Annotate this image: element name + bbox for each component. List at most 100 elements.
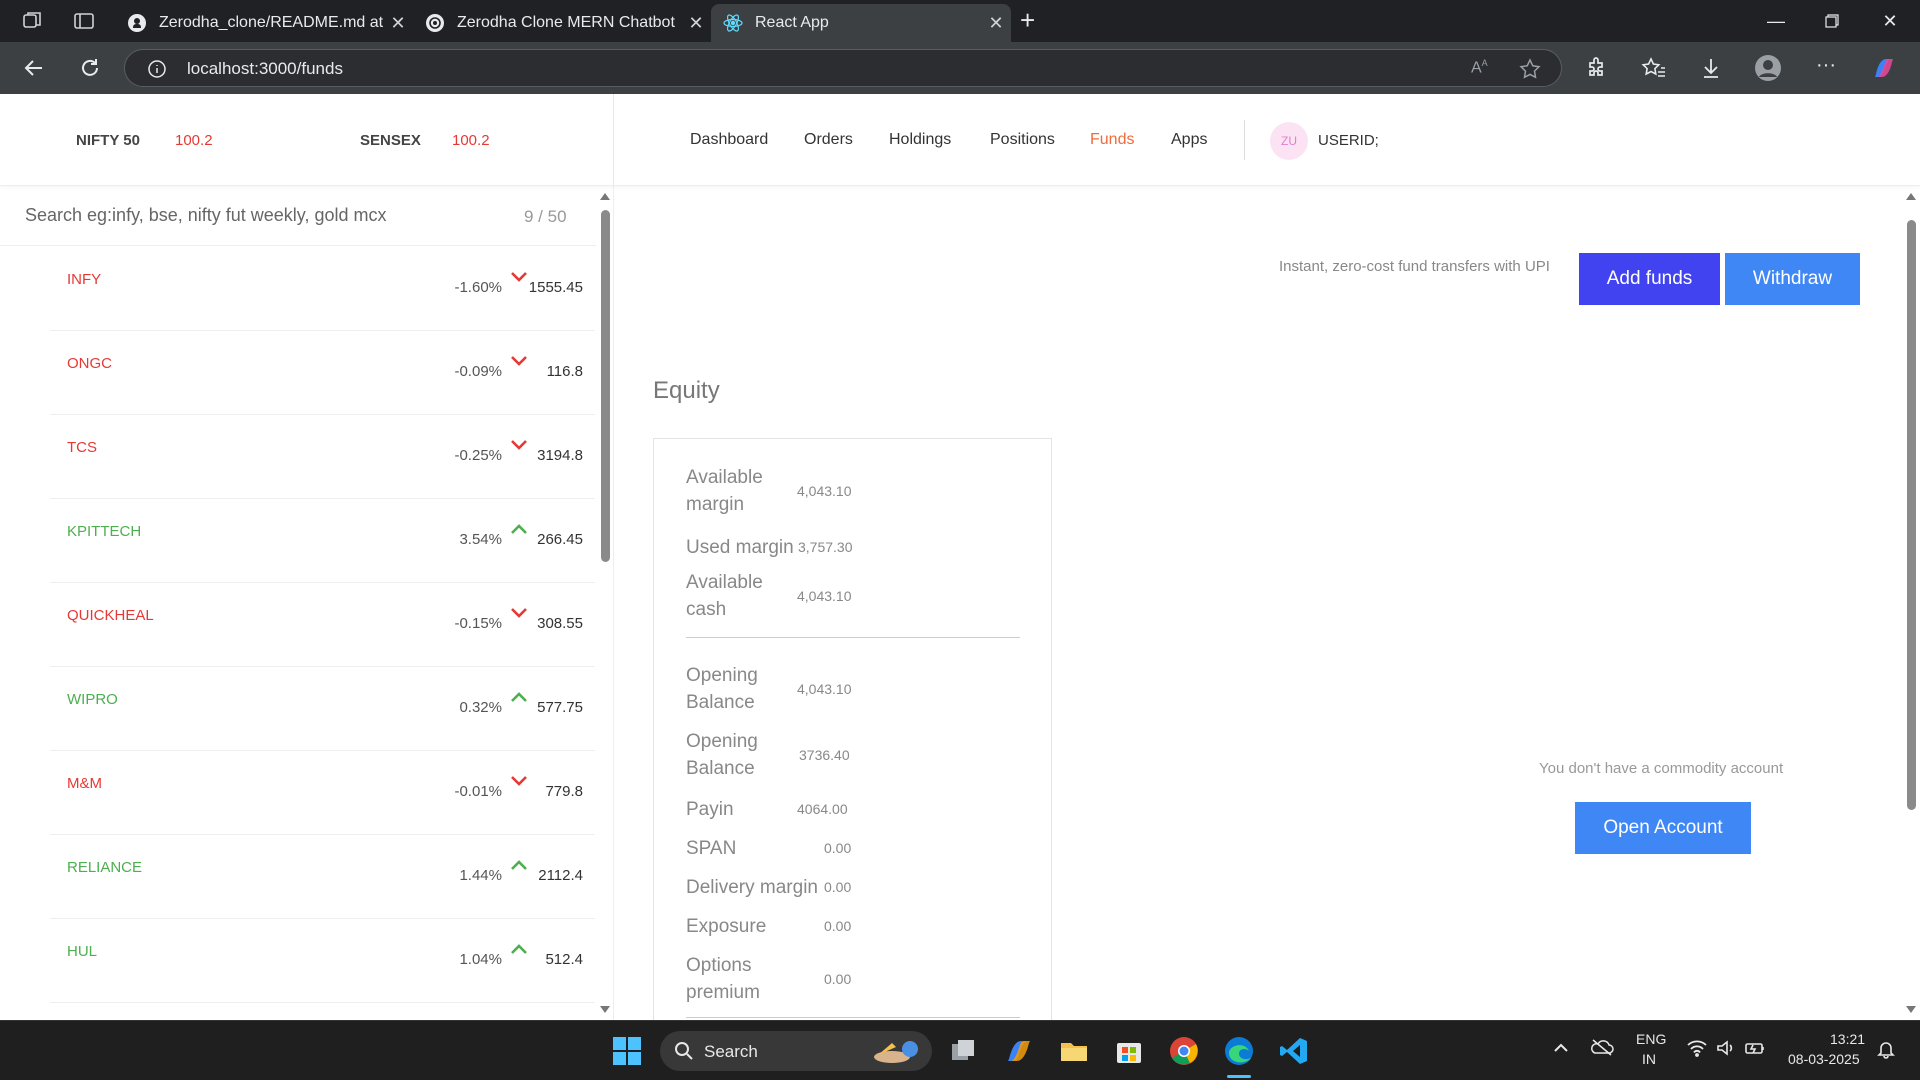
edge-icon[interactable] — [1223, 1035, 1255, 1078]
browser-tab-bar: Zerodha_clone/README.md at m ✕ Zerodha C… — [0, 0, 1920, 42]
tab-github-readme[interactable]: Zerodha_clone/README.md at m ✕ — [115, 4, 413, 42]
stock-name: RELIANCE — [67, 859, 143, 876]
arrow-down-icon — [509, 353, 529, 369]
stock-name: WIPRO — [67, 691, 118, 708]
tab-title: Zerodha_clone/README.md at m — [159, 14, 383, 31]
battery-icon[interactable] — [1744, 1039, 1766, 1057]
copilot-app-icon[interactable] — [1003, 1035, 1035, 1067]
workspaces-icon[interactable] — [20, 9, 44, 33]
tab-actions-icon[interactable] — [72, 9, 96, 33]
stock-name: INFY — [67, 271, 102, 288]
more-options-icon[interactable]: ··· — [1812, 54, 1840, 82]
active-app-indicator — [1227, 1075, 1251, 1078]
menu-orders[interactable]: Orders — [804, 131, 853, 149]
volume-icon[interactable] — [1716, 1039, 1736, 1057]
clock-date[interactable]: 08-03-2025 — [1788, 1051, 1860, 1067]
notifications-icon[interactable] — [1876, 1039, 1896, 1059]
funds-panel: Instant, zero-cost fund transfers with U… — [614, 186, 1920, 1020]
equity-label: Options premium — [686, 955, 760, 1003]
open-account-button[interactable]: Open Account — [1575, 802, 1751, 854]
withdraw-button[interactable]: Withdraw — [1725, 253, 1860, 305]
close-tab-icon[interactable]: ✕ — [383, 13, 413, 34]
refresh-icon[interactable] — [76, 54, 104, 82]
downloads-icon[interactable] — [1697, 54, 1725, 82]
url-field[interactable]: localhost:3000/funds AA — [124, 49, 1562, 87]
watchlist-item[interactable]: KPITTECH 3.54% 266.45 — [50, 499, 595, 583]
page-scrollbar[interactable] — [1902, 186, 1920, 1020]
region-indicator[interactable]: IN — [1642, 1051, 1656, 1067]
watchlist-search-input[interactable]: Search eg:infy, bse, nifty fut weekly, g… — [0, 186, 596, 246]
favorite-star-icon[interactable] — [1519, 58, 1541, 80]
restore-icon[interactable] — [1804, 0, 1860, 42]
watchlist-item[interactable]: RELIANCE 1.44% 2112.4 — [50, 835, 595, 919]
tab-react-app[interactable]: React App ✕ — [711, 4, 1011, 42]
stock-percent: 1.04% — [459, 951, 502, 968]
openai-icon — [425, 13, 445, 33]
taskbar-search[interactable]: Search — [660, 1031, 932, 1071]
file-explorer-icon[interactable] — [1058, 1035, 1090, 1067]
watchlist-item[interactable]: QUICKHEAL -0.15% 308.55 — [50, 583, 595, 667]
clock-time[interactable]: 13:21 — [1830, 1031, 1865, 1047]
stock-name: ONGC — [67, 355, 112, 372]
watchlist-item[interactable]: TCS -0.25% 3194.8 — [50, 415, 595, 499]
equity-divider — [686, 1017, 1020, 1018]
extensions-icon[interactable] — [1582, 54, 1610, 82]
show-hidden-icons-icon[interactable] — [1552, 1039, 1570, 1057]
onedrive-offline-icon[interactable] — [1590, 1037, 1614, 1057]
favorites-icon[interactable] — [1640, 54, 1668, 82]
avatar[interactable]: ZU — [1270, 122, 1308, 160]
equity-label: Delivery margin — [686, 877, 818, 898]
arrow-up-icon — [509, 941, 529, 957]
task-view-icon[interactable] — [948, 1035, 980, 1067]
watchlist-item[interactable]: INFY -1.60% 1555.45 — [50, 247, 595, 331]
watchlist-item[interactable]: M&M -0.01% 779.8 — [50, 751, 595, 835]
stock-percent: -0.01% — [454, 783, 502, 800]
search-icon — [674, 1041, 694, 1061]
equity-divider — [686, 637, 1020, 638]
minimize-icon[interactable]: — — [1748, 0, 1804, 42]
new-tab-icon[interactable]: + — [1020, 7, 1044, 33]
wifi-icon[interactable] — [1686, 1039, 1708, 1057]
tab-title: React App — [755, 14, 829, 31]
menu-holdings[interactable]: Holdings — [889, 131, 951, 149]
equity-value: 3736.40 — [799, 747, 850, 763]
close-tab-icon[interactable]: ✕ — [981, 13, 1011, 34]
copilot-icon[interactable] — [1870, 54, 1898, 82]
profile-icon[interactable] — [1754, 54, 1782, 82]
stock-percent: 3.54% — [459, 531, 502, 548]
chrome-icon[interactable] — [1168, 1035, 1200, 1067]
arrow-down-icon — [509, 269, 529, 285]
watchlist-panel: Search eg:infy, bse, nifty fut weekly, g… — [0, 186, 614, 1020]
watchlist-item[interactable]: HUL 1.04% 512.4 — [50, 919, 595, 1003]
windows-start-icon[interactable] — [611, 1035, 643, 1067]
stock-name: QUICKHEAL — [67, 607, 154, 624]
stock-percent: -1.60% — [454, 279, 502, 296]
close-window-icon[interactable]: ✕ — [1862, 0, 1918, 42]
watchlist-item[interactable]: ONGC -0.09% 116.8 — [50, 331, 595, 415]
equity-value: 0.00 — [824, 879, 852, 895]
microsoft-store-icon[interactable] — [1113, 1035, 1145, 1067]
menu-apps[interactable]: Apps — [1171, 131, 1207, 149]
add-funds-button[interactable]: Add funds — [1579, 253, 1720, 305]
back-icon[interactable] — [20, 54, 48, 82]
equity-value: 0.00 — [824, 840, 852, 856]
stock-price: 3194.8 — [537, 447, 583, 464]
watchlist-item[interactable]: WIPRO 0.32% 577.75 — [50, 667, 595, 751]
menu-positions[interactable]: Positions — [990, 131, 1055, 149]
watchlist-scrollbar[interactable] — [596, 186, 614, 1020]
arrow-up-icon — [509, 689, 529, 705]
stock-price: 308.55 — [537, 615, 583, 632]
site-info-icon[interactable] — [147, 59, 167, 79]
vscode-icon[interactable] — [1278, 1035, 1310, 1067]
react-icon — [723, 13, 743, 33]
tab-chatbot[interactable]: Zerodha Clone MERN Chatbot ✕ — [413, 4, 711, 42]
menu-funds[interactable]: Funds — [1090, 131, 1134, 149]
stock-percent: -0.09% — [454, 363, 502, 380]
read-aloud-icon[interactable]: AA — [1471, 58, 1493, 80]
language-indicator[interactable]: ENG — [1636, 1031, 1666, 1047]
stock-price: 266.45 — [537, 531, 583, 548]
user-id[interactable]: USERID; — [1318, 132, 1379, 149]
menu-dashboard[interactable]: Dashboard — [690, 131, 768, 149]
watchlist-count: 9 / 50 — [524, 207, 567, 226]
close-tab-icon[interactable]: ✕ — [681, 13, 711, 34]
